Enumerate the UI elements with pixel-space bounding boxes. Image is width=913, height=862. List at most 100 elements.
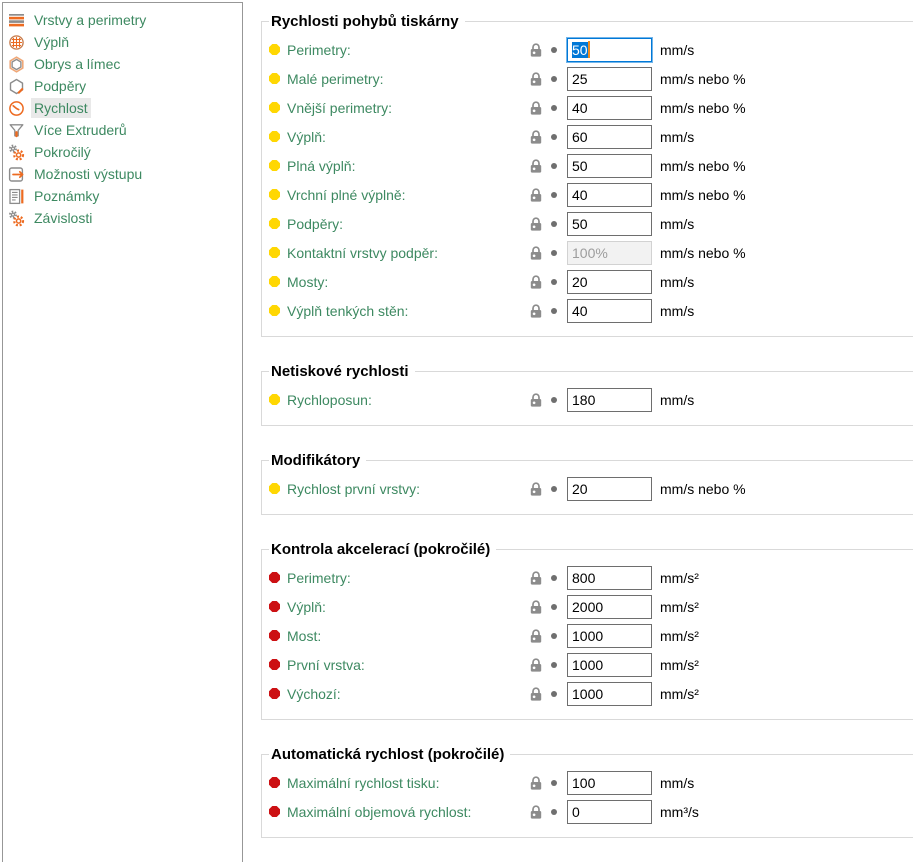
option-label: Výplň tenkých stěn:: [287, 303, 408, 319]
option-label-cell: Výchozí:: [269, 686, 529, 702]
speed-settings-panel: Rychlosti pohybů tiskárny Perimetry: 50 mm/…: [244, 0, 913, 862]
sidebar-item-infill[interactable]: Výplň: [3, 31, 242, 53]
lock-icon[interactable]: [529, 42, 543, 58]
option-label-cell: První vrstva:: [269, 657, 529, 673]
lock-icon[interactable]: [529, 775, 543, 791]
option-bullet-icon: [269, 160, 280, 171]
option-bullet-icon: [269, 218, 280, 229]
option-input[interactable]: 50: [567, 38, 652, 62]
value-indicator-dot: [551, 575, 557, 581]
option-label: Perimetry:: [287, 570, 351, 586]
lock-icon[interactable]: [529, 657, 543, 673]
option-bullet-icon: [269, 131, 280, 142]
speed-icon: [8, 100, 25, 117]
notes-icon: [8, 188, 25, 205]
sidebar-item-multiple-extruders[interactable]: Více Extruderů: [3, 119, 242, 141]
lock-icon[interactable]: [529, 71, 543, 87]
option-input[interactable]: 20: [567, 477, 652, 501]
sidebar-item-supports[interactable]: Podpěry: [3, 75, 242, 97]
lock-icon[interactable]: [529, 274, 543, 290]
lock-icon[interactable]: [529, 187, 543, 203]
lock-icon[interactable]: [529, 686, 543, 702]
option-input[interactable]: 800: [567, 566, 652, 590]
option-input[interactable]: 50: [567, 154, 652, 178]
section-title: Modifikátory: [269, 452, 366, 469]
option-label-cell: Most:: [269, 628, 529, 644]
option-label-cell: Maximální rychlost tisku:: [269, 775, 529, 791]
sidebar-item-skirt-and-brim[interactable]: Obrys a límec: [3, 53, 242, 75]
unit-label: mm/s: [660, 216, 694, 232]
option-label-cell: Výplň tenkých stěn:: [269, 303, 529, 319]
value-indicator-dot: [551, 308, 557, 314]
option-input[interactable]: 1000: [567, 653, 652, 677]
option-input[interactable]: 60: [567, 125, 652, 149]
setting-row: Podpěry:50mm/s: [269, 209, 913, 238]
lock-icon[interactable]: [529, 158, 543, 174]
lock-icon[interactable]: [529, 216, 543, 232]
option-input[interactable]: 1000: [567, 682, 652, 706]
option-input[interactable]: 2000: [567, 595, 652, 619]
lock-icon[interactable]: [529, 129, 543, 145]
option-input[interactable]: 40: [567, 183, 652, 207]
advanced-icon: [8, 144, 25, 161]
option-input[interactable]: 0: [567, 800, 652, 824]
option-bullet-icon: [269, 630, 280, 641]
multiple-extruders-icon: [8, 122, 25, 139]
lock-icon[interactable]: [529, 804, 543, 820]
option-input[interactable]: 50: [567, 212, 652, 236]
unit-label: mm³/s: [660, 804, 699, 820]
option-bullet-icon: [269, 483, 280, 494]
option-bullet-icon: [269, 601, 280, 612]
value-indicator-dot: [551, 47, 557, 53]
lock-icon[interactable]: [529, 628, 543, 644]
lock-icon[interactable]: [529, 570, 543, 586]
lock-icon[interactable]: [529, 245, 543, 261]
lock-icon[interactable]: [529, 303, 543, 319]
option-label-cell: Maximální objemová rychlost:: [269, 804, 529, 820]
option-input[interactable]: 1000: [567, 624, 652, 648]
unit-label: mm/s²: [660, 686, 699, 702]
setting-row: Malé perimetry:25mm/s nebo %: [269, 64, 913, 93]
unit-label: mm/s: [660, 775, 694, 791]
option-bullet-icon: [269, 777, 280, 788]
lock-icon[interactable]: [529, 100, 543, 116]
value-indicator-dot: [551, 691, 557, 697]
sidebar-item-output-options[interactable]: Možnosti výstupu: [3, 163, 242, 185]
option-bullet-icon: [269, 247, 280, 258]
settings-category-sidebar: Vrstvy a perimetryVýplňObrys a límecPodp…: [2, 2, 243, 862]
option-input[interactable]: 20: [567, 270, 652, 294]
option-bullet-icon: [269, 305, 280, 316]
dependencies-icon: [8, 210, 25, 227]
unit-label: mm/s: [660, 129, 694, 145]
lock-icon[interactable]: [529, 599, 543, 615]
option-input[interactable]: 100: [567, 771, 652, 795]
unit-label: mm/s: [660, 274, 694, 290]
option-bullet-icon: [269, 572, 280, 583]
unit-label: mm/s²: [660, 599, 699, 615]
option-input[interactable]: 180: [567, 388, 652, 412]
value-indicator-dot: [551, 780, 557, 786]
unit-label: mm/s²: [660, 657, 699, 673]
sidebar-item-notes[interactable]: Poznámky: [3, 185, 242, 207]
sidebar-item-speed[interactable]: Rychlost: [3, 97, 242, 119]
option-label: Vnější perimetry:: [287, 100, 392, 116]
option-label: Výchozí:: [287, 686, 341, 702]
skirt-brim-icon: [8, 56, 25, 73]
section-title: Rychlosti pohybů tiskárny: [269, 13, 465, 30]
option-bullet-icon: [269, 102, 280, 113]
setting-row: Výplň tenkých stěn:40mm/s: [269, 296, 913, 325]
option-input[interactable]: 40: [567, 96, 652, 120]
unit-label: mm/s: [660, 42, 694, 58]
setting-row: Maximální rychlost tisku: 100 mm/s: [269, 768, 913, 797]
option-input[interactable]: 40: [567, 299, 652, 323]
option-input[interactable]: 25: [567, 67, 652, 91]
lock-icon[interactable]: [529, 392, 543, 408]
sidebar-item-advanced[interactable]: Pokročilý: [3, 141, 242, 163]
sidebar-item-dependencies[interactable]: Závislosti: [3, 207, 242, 229]
unit-label: mm/s²: [660, 628, 699, 644]
value-indicator-dot: [551, 163, 557, 169]
section-acceleration-control: Kontrola akcelerací (pokročilé)Perimetry…: [261, 541, 913, 720]
lock-icon[interactable]: [529, 481, 543, 497]
unit-label: mm/s nebo %: [660, 158, 746, 174]
sidebar-item-layers-and-perimeters[interactable]: Vrstvy a perimetry: [3, 9, 242, 31]
